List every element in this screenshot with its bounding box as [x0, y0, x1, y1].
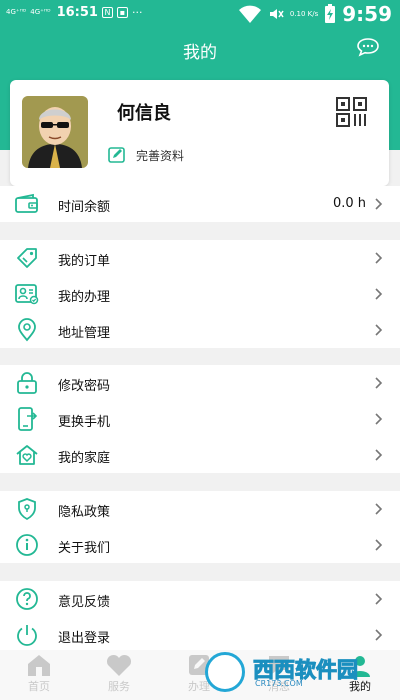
menu-item-label: 我的办理: [58, 290, 111, 305]
menu-item-label: 地址管理: [58, 326, 111, 341]
page-title: 我的: [183, 43, 217, 63]
avatar[interactable]: [22, 96, 88, 168]
menu-item-label: 隐私政策: [58, 505, 111, 520]
menu-item-handling[interactable]: 我的办理: [0, 276, 400, 312]
balance-value: 0.0 h: [332, 196, 366, 211]
tab-label: 服务: [108, 680, 130, 693]
menu-item-address[interactable]: 地址管理: [0, 312, 400, 348]
chevron-right-icon: [375, 252, 383, 264]
status-time: 16:51: [56, 5, 98, 20]
profile-card[interactable]: 何信良 完善资料: [10, 80, 389, 186]
menu-item-label: 更换手机: [58, 415, 111, 430]
signal-indicator-1: 4G⁺ᴴᴰ: [6, 8, 27, 16]
location-pin-icon: [18, 318, 36, 342]
battery-charging-icon: [325, 4, 336, 23]
pencil-icon: [108, 147, 125, 163]
id-card-icon: [15, 284, 39, 305]
menu-item-family[interactable]: 我的家庭: [0, 437, 400, 473]
phone-icon: [18, 407, 38, 431]
menu-item-label: 关于我们: [58, 541, 111, 556]
watermark-logo: 西西软件园 CR173.COM: [205, 652, 377, 692]
chevron-right-icon: [375, 377, 383, 389]
menu-item-about[interactable]: 关于我们: [0, 527, 400, 563]
chevron-right-icon: [375, 503, 383, 515]
edit-profile-link[interactable]: 完善资料: [108, 146, 184, 164]
chevron-right-icon: [375, 198, 383, 210]
balance-row[interactable]: 时间余额 0.0 h: [0, 186, 400, 222]
chat-bubble-icon[interactable]: [356, 37, 380, 57]
tab-label: 首页: [28, 680, 50, 693]
menu-item-orders[interactable]: 我的订单: [0, 240, 400, 276]
menu-item-label: 修改密码: [58, 379, 111, 394]
menu-item-label: 退出登录: [58, 631, 111, 646]
home-heart-icon: [16, 445, 38, 465]
menu-item-logout[interactable]: 退出登录: [0, 617, 400, 653]
user-name: 何信良: [117, 103, 171, 124]
tag-icon: [17, 248, 37, 268]
status-clock: 9:59: [342, 2, 392, 26]
power-icon: [17, 625, 37, 646]
info-icon: [16, 534, 38, 556]
menu-group-info: 隐私政策 关于我们: [0, 491, 400, 563]
help-icon: [16, 588, 38, 610]
watermark-circle: [205, 652, 245, 692]
wifi-icon: [238, 5, 261, 23]
chevron-right-icon: [375, 539, 383, 551]
menu-item-phone[interactable]: 更换手机: [0, 401, 400, 437]
chevron-right-icon: [375, 629, 383, 641]
lock-icon: [17, 372, 37, 394]
chevron-right-icon: [375, 324, 383, 336]
balance-section: 时间余额 0.0 h: [0, 186, 400, 222]
edit-profile-label: 完善资料: [136, 148, 185, 163]
chevron-right-icon: [375, 593, 383, 605]
chevron-right-icon: [375, 449, 383, 461]
signal-indicator-2: 4G⁺ᴴᴰ: [30, 8, 51, 16]
mute-icon: [269, 9, 284, 19]
tab-home[interactable]: 首页: [9, 652, 69, 694]
qr-code-icon[interactable]: [336, 97, 370, 127]
menu-group-orders: 我的订单 我的办理 地址管理: [0, 240, 400, 348]
chevron-right-icon: [375, 288, 383, 300]
tab-service[interactable]: 服务: [89, 652, 149, 694]
menu-item-feedback[interactable]: 意见反馈: [0, 581, 400, 617]
menu-item-label: 意见反馈: [58, 595, 111, 610]
balance-label: 时间余额: [58, 200, 111, 215]
heart-icon: [106, 654, 132, 676]
wallet-icon: [15, 193, 38, 213]
more-notifications: ···: [131, 6, 143, 19]
menu-item-password[interactable]: 修改密码: [0, 365, 400, 401]
menu-group-support: 意见反馈 退出登录: [0, 581, 400, 653]
notification-image-icon: ▪: [116, 7, 128, 18]
menu-item-label: 我的订单: [58, 254, 111, 269]
menu-item-label: 我的家庭: [58, 451, 111, 466]
shield-icon: [18, 498, 36, 521]
menu-group-account: 修改密码 更换手机 我的家庭: [0, 365, 400, 473]
watermark-subtext: CR173.COM: [255, 679, 303, 688]
chevron-right-icon: [375, 413, 383, 425]
status-bar: 4G⁺ᴴᴰ 4G⁺ᴴᴰ 16:51 N ▪ ··· 0.10 K/s 9:59: [0, 0, 400, 28]
network-speed: 0.10 K/s: [289, 10, 319, 18]
menu-item-privacy[interactable]: 隐私政策: [0, 491, 400, 527]
notification-n-icon: N: [101, 7, 113, 18]
home-icon: [28, 655, 50, 676]
